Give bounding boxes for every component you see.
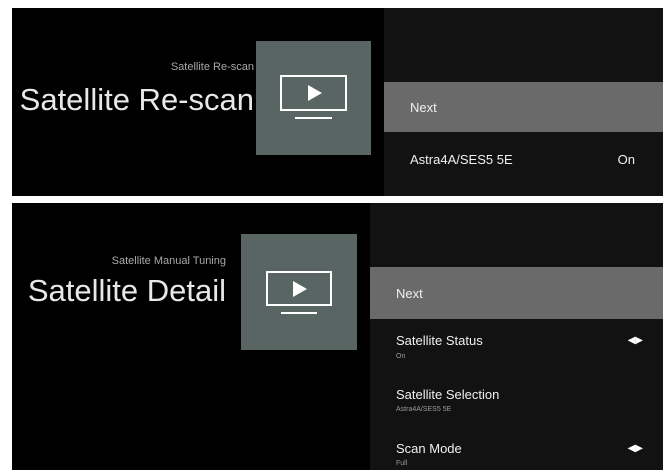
- screen-title: Satellite Detail: [27, 273, 226, 308]
- screen-title: Satellite Re-scan: [19, 82, 254, 117]
- left-right-arrows-icon[interactable]: ◀▶: [628, 443, 643, 454]
- scan-mode-item[interactable]: Scan Mode Full ◀▶: [370, 429, 663, 470]
- tv-tile: [241, 234, 357, 350]
- satellite-selection-label: Satellite Selection: [396, 387, 500, 402]
- satellite-astra-item[interactable]: Astra4A/SES5 5E On: [384, 132, 663, 182]
- header-panel: Satellite Re-scan Satellite Re-scan: [12, 8, 384, 196]
- screen-subtitle: Satellite Re-scan: [170, 61, 254, 73]
- next-button[interactable]: Next: [370, 267, 663, 319]
- satellite-status-item[interactable]: Satellite Status On ◀▶: [370, 321, 663, 375]
- scan-mode-label: Scan Mode: [396, 441, 462, 456]
- menu-panel: Next Astra4A/SES5 5E On: [384, 8, 663, 196]
- scan-mode-value: Full: [396, 460, 408, 467]
- left-right-arrows-icon[interactable]: ◀▶: [628, 335, 643, 346]
- satellite-selection-value: Astra4A/SES5 5E: [396, 406, 452, 413]
- tv-tile: [256, 41, 371, 155]
- satellite-status-label: Satellite Status: [396, 333, 483, 348]
- next-label: Next: [396, 286, 423, 301]
- satellite-rescan-screen: Satellite Re-scan Satellite Re-scan Next…: [12, 8, 663, 196]
- next-button[interactable]: Next: [384, 82, 663, 132]
- satellite-label: Astra4A/SES5 5E: [410, 152, 513, 167]
- satellite-selection-item[interactable]: Satellite Selection Astra4A/SES5 5E: [370, 375, 663, 429]
- satellite-status-value: On: [396, 353, 406, 360]
- tv-play-icon: [266, 271, 332, 306]
- header-panel: Satellite Manual Tuning Satellite Detail: [12, 203, 370, 470]
- next-label: Next: [410, 100, 437, 115]
- screen-subtitle: Satellite Manual Tuning: [111, 255, 226, 267]
- menu-panel: Next Satellite Status On ◀▶ Satellite Se…: [370, 203, 663, 470]
- satellite-value: On: [617, 152, 635, 167]
- satellite-detail-screen: Satellite Manual Tuning Satellite Detail…: [12, 203, 663, 470]
- tv-play-icon: [280, 75, 347, 111]
